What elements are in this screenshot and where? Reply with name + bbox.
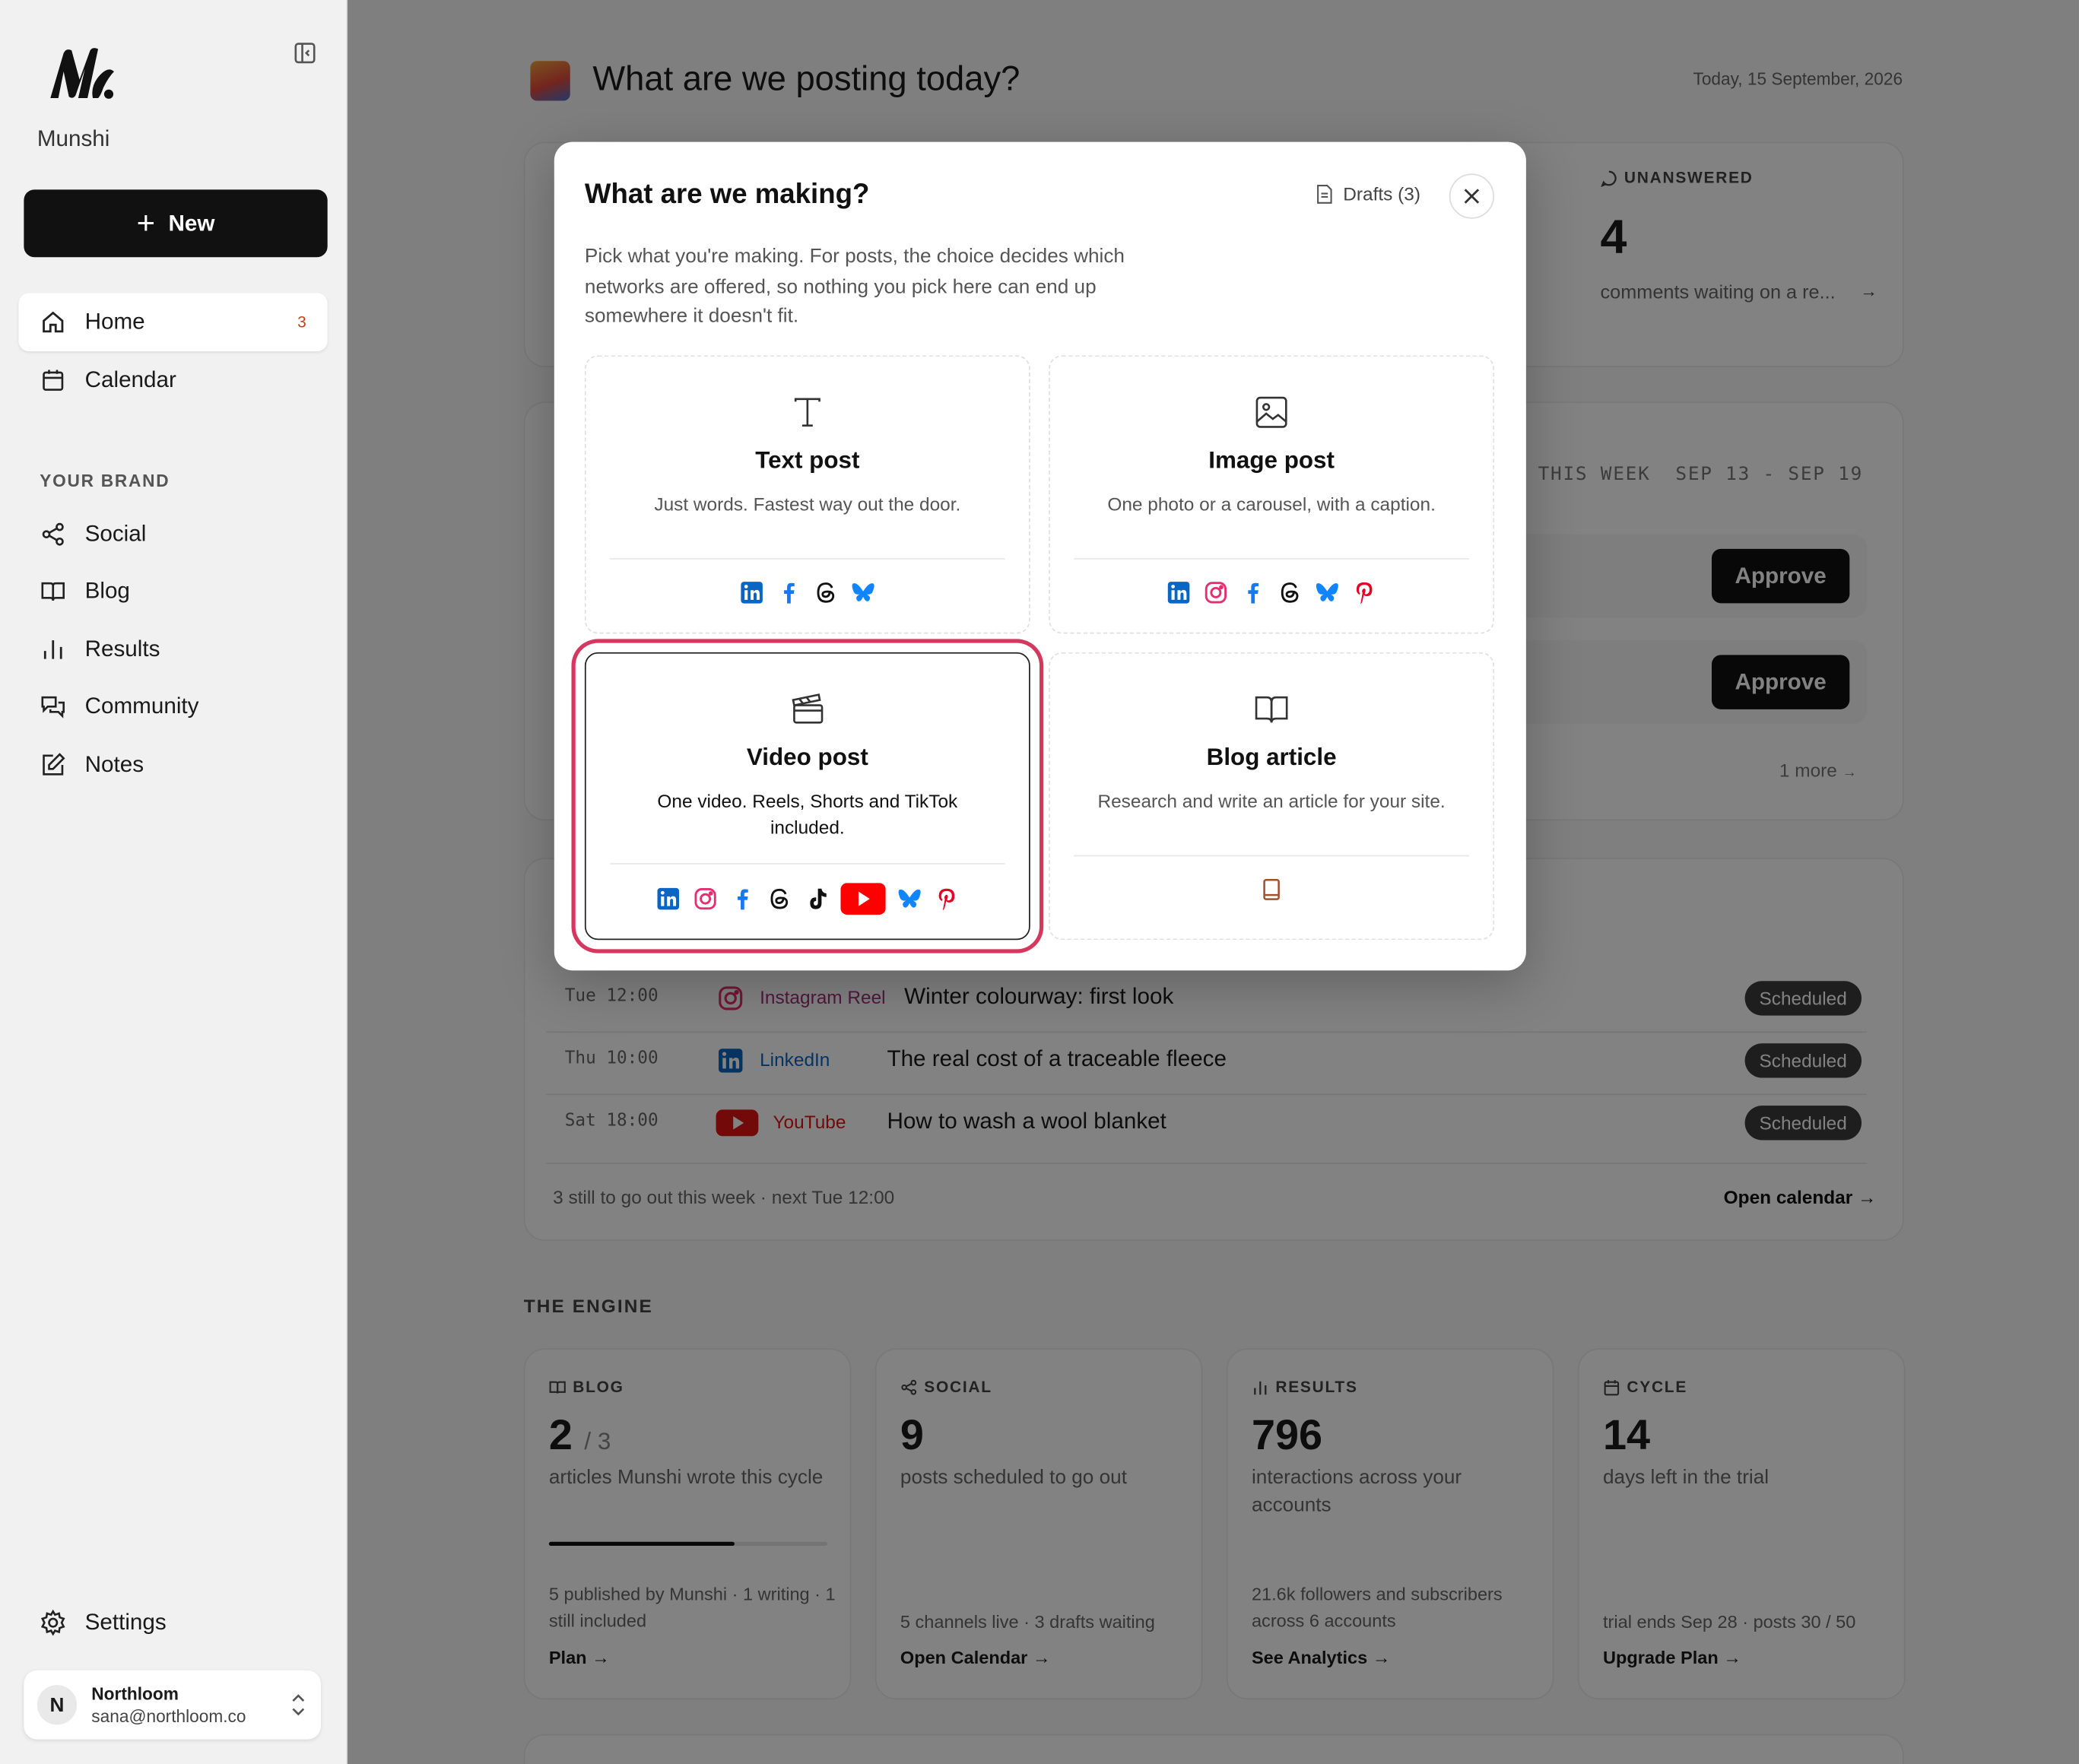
threads-icon [770,888,789,909]
pinterest-icon [1356,582,1373,604]
option-video-post[interactable]: Video post One video. Reels, Shorts and … [584,652,1030,941]
nav-label: Social [84,521,147,547]
close-icon [1464,189,1480,204]
facebook-icon [738,889,748,910]
new-button-label: New [168,210,215,236]
account-email: sana@northloom.co [91,1706,246,1727]
nav-label: Community [84,693,199,719]
bluesky-icon [852,583,874,601]
book-open-icon [41,582,65,601]
option-title: Blog article [1206,744,1337,771]
option-title: Text post [755,446,860,474]
linkedin-icon [741,582,763,604]
text-icon [794,398,820,427]
nav-item-results[interactable]: Results [18,620,327,679]
close-button[interactable] [1449,173,1495,219]
bar-chart-icon [43,640,62,659]
linkedin-icon [1167,582,1190,604]
nav-label: Notes [84,751,144,777]
plus-icon: + [136,205,156,241]
network-icons [586,883,1029,915]
option-desc: One video. Reels, Shorts and TikTok incl… [657,790,958,838]
home-icon [43,311,64,333]
modal-intro: Pick what you're making. For posts, the … [584,245,1125,328]
threads-icon [817,582,835,603]
option-title: Video post [746,744,868,771]
option-blog-article[interactable]: Blog article Research and write an artic… [1049,652,1495,941]
blog-book-icon [1263,879,1280,900]
nav-item-community[interactable]: Community [18,677,327,736]
nav-item-social[interactable]: Social [18,505,327,563]
new-button[interactable]: + New [24,189,328,258]
drafts-button[interactable]: Drafts (3) [1316,183,1420,205]
option-title: Image post [1208,446,1335,474]
bluesky-icon [898,889,921,908]
option-text-post[interactable]: Text post Just words. Fastest way out th… [584,355,1030,634]
account-switcher[interactable]: N Northloom sana@northloom.co [24,1670,321,1740]
option-desc: One photo or a carousel, with a caption. [1107,493,1436,515]
nav-label: Home [84,309,145,335]
sidebar: Munshi + New Home 3 Calendar YOUR BRAND … [0,0,348,1764]
instagram-icon [694,888,716,910]
calendar-icon [43,370,64,391]
munshi-logo-icon[interactable] [45,45,116,100]
option-desc: Just words. Fastest way out the door. [654,493,961,515]
nav-label: Results [84,636,160,662]
network-icons [1050,877,1493,903]
instagram-icon [1205,582,1227,604]
image-icon [1255,396,1287,428]
tiktok-icon [810,888,827,909]
account-name: Northloom [91,1683,179,1704]
brand-name: Munshi [37,125,110,151]
home-badge: 3 [297,313,306,332]
chevron-up-down-icon [292,1694,305,1716]
divider [610,863,1005,865]
network-icons [1050,579,1493,606]
gear-icon [40,1609,65,1636]
nav-label: Calendar [84,366,176,393]
facebook-icon [784,582,795,604]
pinterest-icon [938,888,955,911]
network-icons [586,579,1029,606]
youtube-icon [840,883,886,915]
nav-label: Blog [84,578,130,604]
clapperboard-icon [792,693,824,724]
divider [1074,855,1469,857]
option-desc: Research and write an article for your s… [1097,790,1446,812]
facebook-icon [1248,582,1259,604]
option-image-post[interactable]: Image post One photo or a carousel, with… [1049,355,1495,634]
nav-item-notes[interactable]: Notes [18,736,327,795]
chat-bubbles-icon [41,696,65,719]
sidebar-collapse-icon[interactable] [292,40,319,66]
nav-item-settings[interactable]: Settings [18,1594,327,1652]
book-open-icon [1255,696,1288,723]
avatar: N [37,1685,78,1725]
document-icon [1317,184,1332,203]
nav-item-home[interactable]: Home 3 [18,293,328,352]
threads-icon [1281,582,1299,603]
divider [610,558,1005,560]
divider [1074,558,1469,560]
create-modal: What are we making? Drafts (3) Pick what… [554,141,1526,971]
linkedin-icon [657,887,680,910]
edit-note-icon [43,753,65,776]
share-icon [42,522,64,546]
nav-label: Settings [84,1609,167,1635]
section-label-your-brand: YOUR BRAND [40,470,170,491]
bluesky-icon [1316,583,1338,601]
nav-item-blog[interactable]: Blog [18,562,327,620]
modal-title: What are we making? [584,179,870,210]
nav-item-calendar[interactable]: Calendar [18,351,327,410]
